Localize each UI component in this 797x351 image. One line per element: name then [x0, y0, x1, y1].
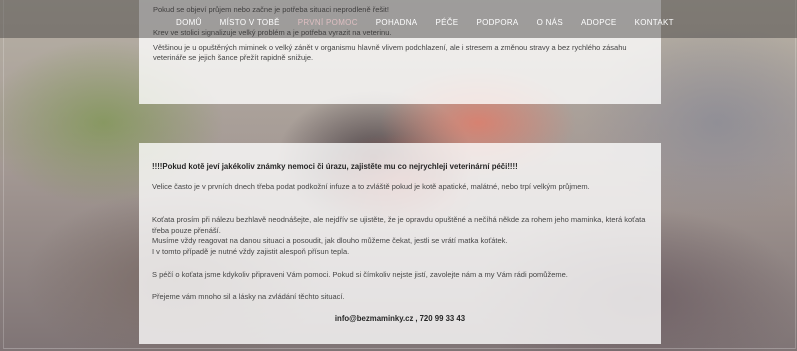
paragraph-pomoc: S péčí o koťata jsme kdykoliv připraveni… [152, 270, 568, 279]
nav-item-prvni-pomoc[interactable]: PRVNÍ POMOC [298, 18, 358, 27]
contact-phone: 720 99 33 43 [419, 314, 466, 323]
contact-line: info@bezmaminky.cz, 720 99 33 43 [139, 314, 661, 323]
paragraph-nalez-line-2: Musíme vždy reagovat na danou situaci a … [152, 236, 508, 245]
nav-item-domu[interactable]: DOMŮ [176, 18, 202, 27]
paragraph-infuze: Velice často je v prvních dnech třeba po… [152, 182, 590, 191]
nav-item-pohadna[interactable]: POHADNA [376, 18, 418, 27]
nav-item-adopce[interactable]: ADOPCE [581, 18, 617, 27]
contact-separator: , [415, 314, 418, 323]
paragraph-nalez-line-1: Koťata prosím při nálezu bezhlavě neodná… [152, 215, 646, 235]
nav-item-kontakt[interactable]: KONTAKT [635, 18, 674, 27]
top-panel-line-3: Většinou je u opuštěných miminek o velký… [153, 43, 627, 62]
top-navigation: DOMŮ MÍSTO V TOBĚ PRVNÍ POMOC POHADNA PÉ… [0, 0, 797, 38]
paragraph-nalez: Koťata prosím při nálezu bezhlavě neodná… [152, 215, 652, 257]
nav-menu: DOMŮ MÍSTO V TOBĚ PRVNÍ POMOC POHADNA PÉ… [176, 18, 692, 27]
paragraph-nalez-line-3: I v tomto případě je nutné vždy zajistit… [152, 246, 350, 256]
contact-email-link[interactable]: info@bezmaminky.cz [335, 314, 414, 323]
nav-item-podpora[interactable]: PODPORA [476, 18, 518, 27]
paragraph-prani: Přejeme vám mnoho sil a lásky na zvládán… [152, 292, 345, 301]
nav-item-misto-v-tobe[interactable]: MÍSTO V TOBĚ [220, 18, 280, 27]
nav-item-o-nas[interactable]: O NÁS [537, 18, 563, 27]
nav-item-pece[interactable]: PÉČE [435, 18, 458, 27]
warning-heading: !!!!Pokud kotě jeví jakékoliv známky nem… [152, 162, 518, 171]
main-content-panel: !!!!Pokud kotě jeví jakékoliv známky nem… [139, 143, 661, 344]
